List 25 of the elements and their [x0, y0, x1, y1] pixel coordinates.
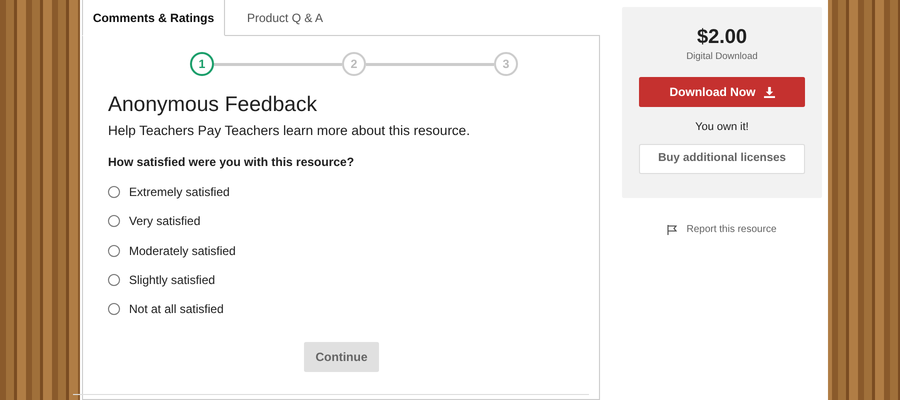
form-subtitle: Help Teachers Pay Teachers learn more about this resource. — [108, 122, 471, 140]
option-label: Very satisfied — [129, 213, 200, 230]
step-indicator: 1 — [190, 52, 214, 76]
radio-button[interactable] — [108, 215, 120, 228]
option-label: Not at all satisfied — [129, 301, 224, 318]
report-link[interactable]: Report this resource — [622, 222, 822, 237]
format-label: Digital Download — [685, 50, 759, 64]
download-button[interactable]: Download Now — [639, 77, 805, 108]
radio-button[interactable] — [108, 303, 120, 316]
step-indicator: 2 — [342, 52, 366, 76]
radio-button[interactable] — [108, 244, 120, 257]
option-label: Slightly satisfied — [129, 272, 216, 289]
option-label: Moderately satisfied — [129, 242, 236, 260]
download-icon — [764, 86, 774, 98]
price-text: $2.00 — [696, 27, 748, 47]
radio-button[interactable] — [108, 186, 120, 198]
tab[interactable]: Comments & Ratings — [82, 0, 225, 36]
step-indicator: 3 — [494, 52, 518, 76]
licenses-button[interactable]: Buy additional licenses — [639, 144, 805, 174]
option-label: Extremely satisfied — [129, 184, 230, 202]
radio-button[interactable] — [108, 274, 120, 286]
question-text: How satisfied were you with this resource? — [108, 154, 356, 172]
flag-icon — [667, 224, 678, 234]
form-heading: Anonymous Feedback — [108, 92, 318, 118]
ownership-note: You own it! — [694, 120, 750, 136]
